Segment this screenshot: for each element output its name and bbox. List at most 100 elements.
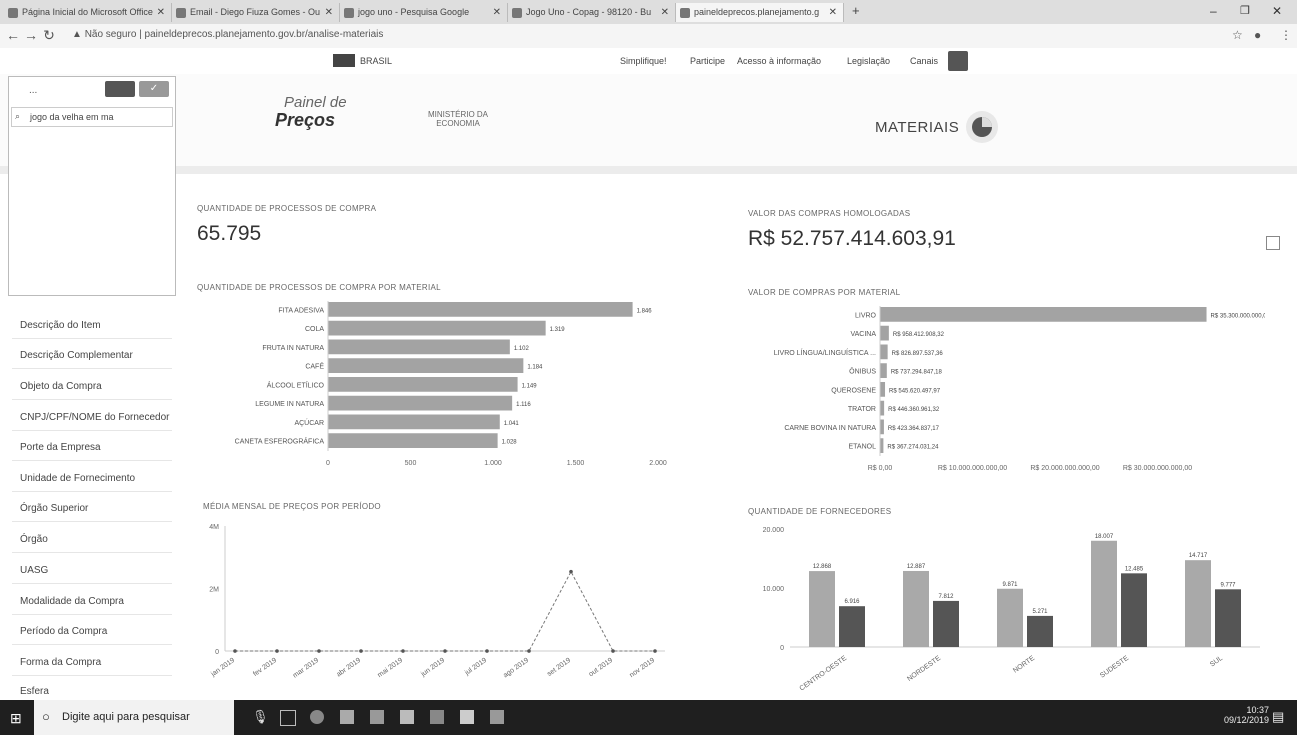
export-icon[interactable] — [1266, 236, 1280, 250]
ministry-label: MINISTÉRIO DA ECONOMIA — [428, 110, 489, 128]
minimize-icon[interactable]: – — [1210, 4, 1217, 18]
back-icon[interactable]: ← — [4, 27, 22, 43]
browser-tab-active[interactable]: paineldeprecos.planejamento.g ✕ — [676, 3, 844, 22]
bar-category-label: FRUTA IN NATURA — [262, 345, 324, 352]
browser-tab[interactable]: Jogo Uno - Copag - 98120 - Bu ✕ — [508, 3, 676, 22]
restore-icon[interactable]: ❐ — [1240, 4, 1250, 17]
notification-icon[interactable]: ▤ — [1272, 709, 1284, 725]
filter-objeto-compra[interactable]: Objeto da Compra — [20, 381, 102, 392]
simplifique-link[interactable]: Simplifique! — [620, 56, 667, 66]
bar — [328, 414, 500, 430]
filter-modalidade[interactable]: Modalidade da Compra — [20, 596, 124, 607]
excel-app-icon[interactable] — [490, 710, 504, 724]
mail-app-icon[interactable] — [400, 710, 414, 724]
forward-icon[interactable]: → — [22, 27, 40, 43]
bar — [880, 438, 884, 453]
divider — [12, 583, 172, 584]
menu-icon[interactable]: ⋮ — [1280, 28, 1292, 42]
browser-tab-bar: Página Inicial do Microsoft Office ✕ Emai… — [0, 0, 1297, 25]
y-tick-label: 0 — [215, 649, 219, 656]
url-field[interactable]: ▲ Não seguro | paineldeprecos.planejamen… — [72, 29, 383, 40]
filter-fornecedor[interactable]: CNPJ/CPF/NOME do Fornecedor — [20, 412, 170, 423]
filter-unidade-fornecimento[interactable]: Unidade de Fornecimento — [20, 473, 135, 484]
bar — [328, 320, 546, 336]
close-icon[interactable]: ✕ — [661, 3, 669, 22]
data-point — [359, 649, 363, 653]
filter-periodo[interactable]: Período da Compra — [20, 626, 107, 637]
filter-forma[interactable]: Forma da Compra — [20, 657, 101, 668]
task-view-icon[interactable] — [280, 710, 296, 726]
legislacao-link[interactable]: Legislação — [847, 56, 890, 66]
filter-orgao-superior[interactable]: Órgão Superior — [20, 503, 88, 514]
y-tick-label: 10.000 — [763, 586, 785, 593]
purchases-value-label: VALOR DAS COMPRAS HOMOLOGADAS — [748, 209, 911, 218]
divider — [12, 521, 172, 522]
bar-category-label: CAFÉ — [305, 362, 324, 371]
bar — [1215, 589, 1241, 647]
confirm-selection-button[interactable]: ✓ — [139, 81, 169, 97]
brasil-link[interactable]: BRASIL — [360, 56, 392, 66]
explorer-app-icon[interactable] — [340, 710, 354, 724]
divider — [12, 614, 172, 615]
bar-value-label: R$ 367.274.031,24 — [887, 445, 939, 451]
taskbar-search-input[interactable]: ○ Digite aqui para pesquisar — [34, 700, 234, 735]
search-input[interactable]: jogo da velha em ma — [11, 107, 173, 127]
bar-category-label: TRATOR — [848, 406, 876, 413]
bar — [328, 358, 524, 373]
address-bar: ← → ↻ ▲ Não seguro | paineldeprecos.plan… — [0, 24, 1297, 49]
filter-esfera[interactable]: Esfera — [20, 686, 49, 697]
store-app-icon[interactable] — [370, 710, 384, 724]
filter-orgao[interactable]: Órgão — [20, 534, 48, 545]
filter-porte-empresa[interactable]: Porte da Empresa — [20, 442, 101, 453]
close-icon[interactable]: ✕ — [829, 3, 837, 22]
divider — [12, 338, 172, 339]
microphone-icon[interactable]: 🎙 — [252, 709, 269, 725]
y-tick-label: 20.000 — [763, 527, 785, 534]
filter-descricao-item[interactable]: Descrição do Item — [20, 320, 101, 331]
bar — [328, 395, 513, 411]
bar-value-label: 1.846 — [637, 308, 653, 314]
filter-descricao-complementar[interactable]: Descrição Complementar — [20, 350, 133, 361]
browser-tab[interactable]: jogo uno - Pesquisa Google ✕ — [340, 3, 508, 22]
bar-value-label: 6.916 — [844, 599, 860, 605]
window-close-icon[interactable]: ✕ — [1272, 4, 1282, 18]
shield-app-icon[interactable] — [460, 710, 474, 724]
close-icon[interactable]: ✕ — [493, 3, 501, 22]
chart3-title: MÉDIA MENSAL DE PREÇOS POR PERÍODO — [203, 502, 381, 511]
data-point — [401, 649, 405, 653]
bar — [328, 433, 498, 448]
bar-value-label: 1.028 — [502, 440, 518, 446]
x-tick-label: 2.000 — [649, 460, 667, 467]
filter-uasg[interactable]: UASG — [20, 565, 48, 576]
close-icon[interactable]: ✕ — [325, 3, 333, 22]
chrome-app-icon[interactable] — [310, 710, 324, 724]
data-point — [275, 649, 279, 653]
chart-processes-by-material: FITA ADESIVA 1.846 COLA 1.319 FRUTA IN NATUR… — [235, 301, 667, 467]
browser-tab[interactable]: Página Inicial do Microsoft Office ✕ — [4, 3, 172, 22]
canais-link[interactable]: Canais — [910, 56, 938, 66]
bar — [933, 600, 959, 647]
x-tick-label: CENTRO-OESTE — [799, 655, 849, 693]
bar-value-label: 1.041 — [504, 421, 520, 427]
windows-start-icon[interactable]: ⊞ — [10, 710, 22, 727]
accessibility-icon[interactable] — [948, 51, 968, 71]
clear-selection-button[interactable] — [105, 81, 135, 97]
acesso-informacao-link[interactable]: Acesso à informação — [737, 56, 821, 66]
star-icon[interactable]: ☆ — [1232, 28, 1243, 42]
chart-value-by-material: LIVRO R$ 35.300.000.000,00 VACINA R$ 958.41… — [774, 306, 1265, 472]
profile-icon[interactable]: ● — [1254, 28, 1261, 42]
participe-link[interactable]: Participe — [690, 56, 725, 66]
outlook-app-icon[interactable] — [430, 710, 444, 724]
filter-search-icon: ⌕ — [15, 111, 21, 121]
bar — [809, 571, 835, 647]
x-tick-label: mar 2019 — [292, 657, 320, 680]
clock[interactable]: 10:37 09/12/2019 — [1224, 705, 1269, 725]
close-icon[interactable]: ✕ — [157, 3, 165, 22]
globe-icon — [680, 8, 690, 18]
new-tab-button[interactable]: + — [852, 3, 860, 18]
chart-monthly-price-average: 0 2M 4M jan 2019 fev 2019 mar 2019 abr 2019 mai… — [209, 524, 665, 680]
browser-tab[interactable]: Email - Diego Fiuza Gomes - Ou ✕ — [172, 3, 340, 22]
x-tick-label: jul 2019 — [463, 657, 488, 677]
bar — [880, 344, 888, 360]
reload-icon[interactable]: ↻ — [40, 27, 58, 44]
